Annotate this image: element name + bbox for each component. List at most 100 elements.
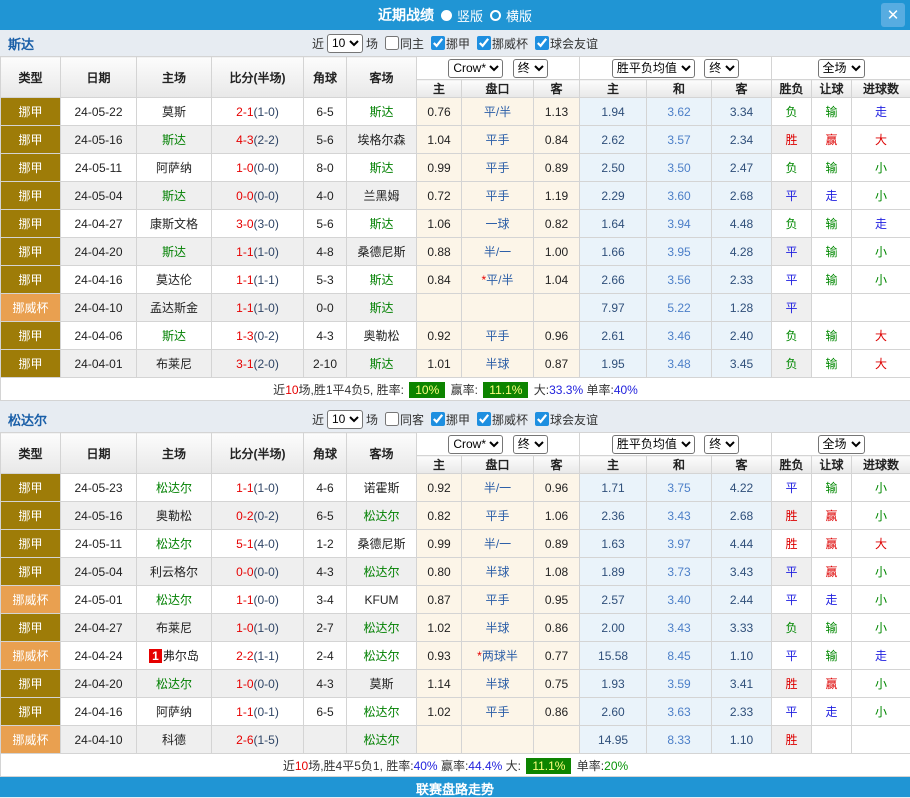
col-ah-home: 主 <box>417 80 462 98</box>
avg-odds-select[interactable]: 胜平负均值 <box>612 59 695 78</box>
corners-cell: 8-0 <box>304 154 347 182</box>
away-team-cell: 松达尔 <box>347 614 417 642</box>
close-button[interactable]: ✕ <box>881 3 905 27</box>
avg-odds-select[interactable]: 胜平负均值 <box>612 435 695 454</box>
table-row: 挪甲24-04-01布莱尼3-1(2-0)2-10斯达1.01半球0.871.9… <box>1 350 910 378</box>
ah-away-odds-cell: 0.89 <box>534 154 580 182</box>
scope-select[interactable]: 全场 <box>818 59 865 78</box>
near-label: 近 <box>312 411 324 428</box>
same-venue-checkbox[interactable] <box>385 36 399 50</box>
games-count-select[interactable]: 10 <box>327 34 363 53</box>
col-home: 主场 <box>137 57 212 98</box>
table-row: 挪甲24-05-16斯达4-3(2-2)5-6埃格尔森1.04平手0.842.6… <box>1 126 910 154</box>
corners-cell: 2-4 <box>304 642 347 670</box>
home-team-cell: 松达尔 <box>137 530 212 558</box>
result-winloss-cell: 平 <box>772 474 812 502</box>
cup-option[interactable]: 挪威杯 <box>470 411 528 428</box>
result-goals-cell: 小 <box>852 474 910 502</box>
home-team-cell: 布莱尼 <box>137 614 212 642</box>
games-count-select[interactable]: 10 <box>327 410 363 429</box>
result-goals-cell: 走 <box>852 210 910 238</box>
result-group: 全场 <box>772 433 910 456</box>
result-handicap-cell: 走 <box>812 698 852 726</box>
friendly-checkbox[interactable] <box>535 412 549 426</box>
same-venue-option[interactable]: 同主 <box>378 35 424 52</box>
footer-bar[interactable]: 联赛盘路走势 <box>0 777 910 797</box>
same-venue-option[interactable]: 同客 <box>378 411 424 428</box>
cup-checkbox[interactable] <box>477 412 491 426</box>
asian-final-select[interactable]: 终 <box>513 435 548 454</box>
away-team-cell: 埃格尔森 <box>347 126 417 154</box>
match-date-cell: 24-04-10 <box>61 726 137 754</box>
live-odds-star: * <box>481 273 486 287</box>
score-cell: 3-0(3-0) <box>212 210 304 238</box>
result-handicap-cell: 走 <box>812 586 852 614</box>
same-venue-checkbox[interactable] <box>385 412 399 426</box>
col-ah-away: 客 <box>534 456 580 474</box>
eu-home-odds-cell: 1.89 <box>580 558 647 586</box>
match-type-cell: 挪甲 <box>1 98 61 126</box>
friendly-option[interactable]: 球会友谊 <box>528 35 598 52</box>
vertical-radio[interactable] <box>441 10 452 21</box>
table-row: 挪甲24-05-04斯达0-0(0-0)4-0兰黑姆0.72平手1.192.29… <box>1 182 910 210</box>
match-type-cell: 挪甲 <box>1 154 61 182</box>
result-handicap-cell: 输 <box>812 322 852 350</box>
scope-select[interactable]: 全场 <box>818 435 865 454</box>
match-type-cell: 挪甲 <box>1 474 61 502</box>
eu-away-odds-cell: 4.22 <box>712 474 772 502</box>
ah-away-odds-cell: 0.75 <box>534 670 580 698</box>
europe-odds-group: 胜平负均值 终 <box>580 433 772 456</box>
summary-segment: 单率: <box>573 759 604 773</box>
friendly-checkbox[interactable] <box>535 36 549 50</box>
horizontal-radio[interactable] <box>490 10 501 21</box>
bookmaker-select[interactable]: Crow* <box>448 59 503 78</box>
result-handicap-cell <box>812 726 852 754</box>
away-team-cell: 桑德尼斯 <box>347 238 417 266</box>
cup-checkbox[interactable] <box>477 36 491 50</box>
home-team-cell: 康斯文格 <box>137 210 212 238</box>
ah-line-cell: 半球 <box>462 350 534 378</box>
eu-home-odds-cell: 1.94 <box>580 98 647 126</box>
eu-home-odds-cell: 2.61 <box>580 322 647 350</box>
away-team-cell: 莫斯 <box>347 670 417 698</box>
result-winloss-cell: 平 <box>772 238 812 266</box>
eu-home-odds-cell: 14.95 <box>580 726 647 754</box>
cup-option[interactable]: 挪威杯 <box>470 35 528 52</box>
eu-away-odds-cell: 3.34 <box>712 98 772 126</box>
league-checkbox[interactable] <box>431 412 445 426</box>
same-venue-label: 同客 <box>400 411 424 428</box>
recent-results-table-team1: 类型 日期 主场 比分(半场) 角球 客场 Crow* 终 胜平负均值 终 全场 <box>0 56 910 401</box>
home-team-cell: 利云格尔 <box>137 558 212 586</box>
table-row: 挪甲24-04-20松达尔1-0(0-0)4-3莫斯1.14半球0.751.93… <box>1 670 910 698</box>
vertical-radio-label[interactable]: 竖版 <box>457 6 483 25</box>
league-option[interactable]: 挪甲 <box>424 411 470 428</box>
away-team-cell: 松达尔 <box>347 502 417 530</box>
eu-home-odds-cell: 2.57 <box>580 586 647 614</box>
corners-cell: 2-10 <box>304 350 347 378</box>
ah-away-odds-cell: 1.00 <box>534 238 580 266</box>
europe-final-select[interactable]: 终 <box>704 435 739 454</box>
horizontal-radio-label[interactable]: 横版 <box>506 6 532 25</box>
eu-draw-odds-cell: 3.43 <box>647 502 712 530</box>
away-team-cell: 兰黑姆 <box>347 182 417 210</box>
summary-segment: 赢率: <box>447 383 481 397</box>
eu-home-odds-cell: 2.00 <box>580 614 647 642</box>
corners-cell: 5-6 <box>304 126 347 154</box>
result-goals-cell: 走 <box>852 642 910 670</box>
ah-line-cell: 半球 <box>462 670 534 698</box>
asian-final-select[interactable]: 终 <box>513 59 548 78</box>
league-option[interactable]: 挪甲 <box>424 35 470 52</box>
ah-away-odds-cell: 0.77 <box>534 642 580 670</box>
bookmaker-select[interactable]: Crow* <box>448 435 503 454</box>
live-odds-star: * <box>477 649 482 663</box>
eu-away-odds-cell: 4.44 <box>712 530 772 558</box>
ah-line-cell: 平手 <box>462 322 534 350</box>
europe-final-select[interactable]: 终 <box>704 59 739 78</box>
eu-home-odds-cell: 2.36 <box>580 502 647 530</box>
match-type-cell: 挪威杯 <box>1 642 61 670</box>
match-date-cell: 24-04-27 <box>61 614 137 642</box>
league-checkbox[interactable] <box>431 36 445 50</box>
score-cell: 1-1(1-1) <box>212 266 304 294</box>
table-row: 挪甲24-04-16莫达伦1-1(1-1)5-3斯达0.84*平/半1.042.… <box>1 266 910 294</box>
friendly-option[interactable]: 球会友谊 <box>528 411 598 428</box>
